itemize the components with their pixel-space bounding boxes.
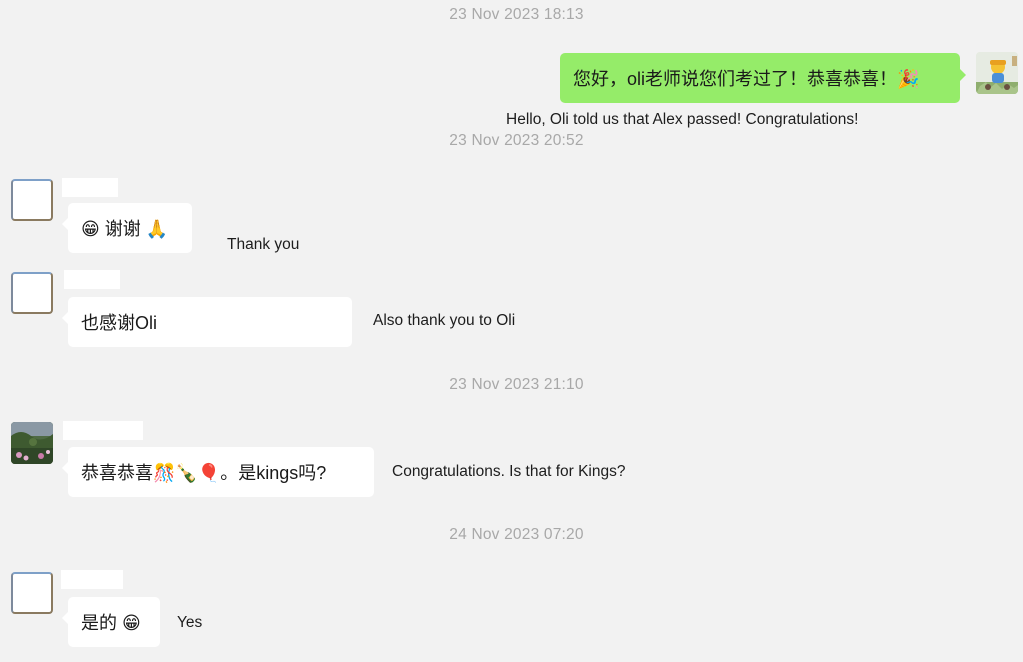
blank-avatar-icon — [15, 276, 49, 310]
sender-name-placeholder — [62, 178, 118, 197]
garden-photo-avatar-icon — [11, 422, 53, 464]
message-text: 是的 😁 — [81, 613, 141, 633]
contact-avatar[interactable] — [11, 572, 53, 614]
message-translation: Also thank you to Oli — [373, 312, 516, 329]
message-bubble-contact[interactable]: 😁 谢谢 🙏 — [62, 203, 192, 253]
sender-name-placeholder — [61, 570, 123, 589]
my-avatar[interactable] — [976, 52, 1018, 94]
blank-avatar-icon — [15, 183, 49, 217]
timestamp: 23 Nov 2023 21:10 — [449, 376, 584, 393]
message-bubble-contact[interactable]: 恭喜恭喜🎊🍾🎈。是kings吗? — [62, 447, 374, 497]
message-text: 也感谢Oli — [81, 313, 157, 333]
message-text: 恭喜恭喜🎊🍾🎈。是kings吗? — [81, 463, 327, 483]
message-translation: Hello, Oli told us that Alex passed! Con… — [506, 111, 859, 128]
message-translation: Yes — [177, 614, 203, 631]
timestamp: 23 Nov 2023 20:52 — [449, 132, 584, 149]
message-text: 您好，oli老师说您们考过了！恭喜恭喜！🎉 — [573, 69, 920, 89]
message-bubble-contact[interactable]: 也感谢Oli — [62, 297, 352, 347]
timestamp: 23 Nov 2023 18:13 — [449, 6, 584, 23]
cartoon-avatar-icon — [976, 52, 1018, 94]
message-translation: Congratulations. Is that for Kings? — [392, 463, 626, 480]
message-translation: Thank you — [227, 236, 300, 253]
blank-avatar-icon — [15, 576, 49, 610]
sender-name-placeholder — [63, 421, 143, 440]
message-bubble-mine[interactable]: 您好，oli老师说您们考过了！恭喜恭喜！🎉 — [560, 53, 966, 103]
message-text: 😁 谢谢 🙏 — [81, 219, 169, 239]
contact-avatar[interactable] — [11, 179, 53, 221]
sender-name-placeholder — [64, 270, 120, 289]
contact-avatar[interactable] — [11, 422, 53, 464]
contact-avatar[interactable] — [11, 272, 53, 314]
message-bubble-contact[interactable]: 是的 😁 — [62, 597, 160, 647]
timestamp: 24 Nov 2023 07:20 — [449, 526, 584, 543]
